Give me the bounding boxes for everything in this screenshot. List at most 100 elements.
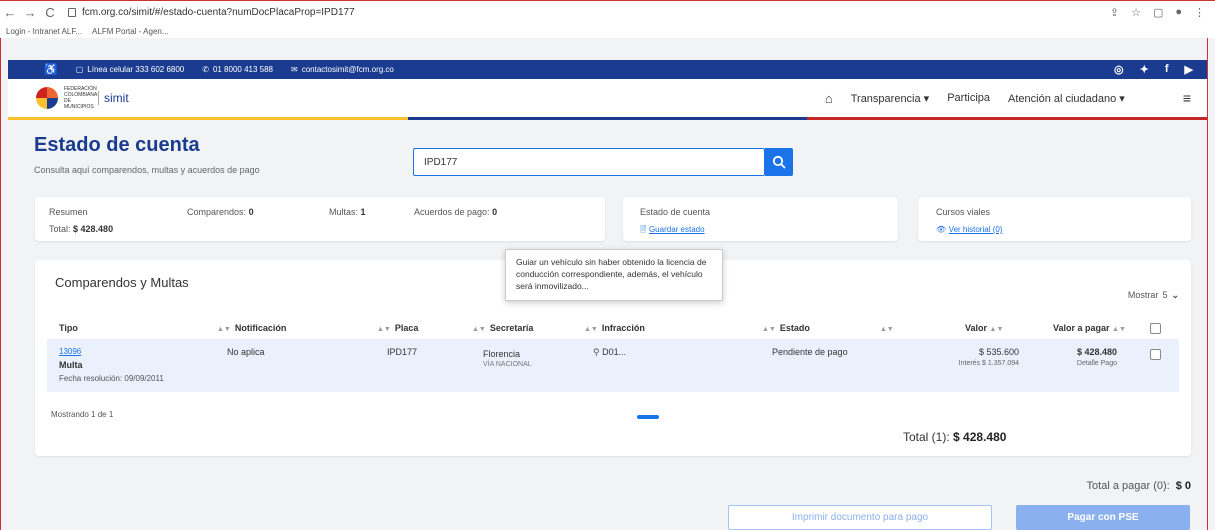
lock-icon: [68, 8, 76, 17]
hamburger-menu-icon[interactable]: ≡: [1183, 90, 1191, 106]
col-infraccion-label: Infracción: [601, 323, 645, 333]
sidebar-icon[interactable]: ▢: [1153, 6, 1163, 19]
col-secretaria-label: Secretaría: [489, 323, 534, 333]
total-summary: Total: $ 428.480: [49, 224, 113, 234]
total-pagar-label: Total a pagar (0):: [1086, 480, 1170, 492]
col-valor-pagar[interactable]: Valor a pagar ▲▼: [1053, 323, 1130, 333]
total-value: $ 428.480: [73, 224, 114, 234]
select-all-checkbox[interactable]: [1150, 322, 1161, 334]
detalle-pago-link[interactable]: Detalle Pago: [1047, 360, 1117, 367]
total-pagar-value: $ 0: [1175, 480, 1191, 492]
multas-value: 1: [360, 207, 366, 217]
nav-item-atencion[interactable]: Atención al ciudadano ▾: [1008, 92, 1125, 105]
twitter-icon[interactable]: ✦: [1140, 63, 1149, 76]
col-placa[interactable]: ▲▼ Placa: [377, 323, 418, 333]
col-valor[interactable]: Valor ▲▼: [965, 323, 1007, 333]
table-total: Total (1): $ 428.480: [903, 430, 1006, 444]
col-valor-label: Valor: [965, 323, 988, 333]
main-content: Estado de cuenta Consulta aquí comparend…: [8, 120, 1207, 530]
forward-arrow-icon[interactable]: →: [20, 5, 40, 20]
email-text[interactable]: contactosimit@fcm.org.co: [302, 65, 394, 74]
facebook-icon[interactable]: f: [1165, 63, 1169, 76]
pagination-current-page[interactable]: [637, 415, 659, 419]
share-icon[interactable]: ⇪: [1110, 6, 1119, 19]
total-a-pagar: Total a pagar (0): $ 0: [1087, 480, 1191, 492]
social-links: ◎ ✦ f ▶: [1114, 63, 1207, 76]
accessibility-icon[interactable]: ♿: [44, 63, 58, 76]
table-total-value: $ 428.480: [953, 430, 1007, 444]
table-total-label: Total (1):: [903, 430, 950, 444]
sort-icon: ▲▼: [762, 326, 776, 333]
browser-toolbar: ← → C fcm.org.co/simit/#/estado-cuenta?n…: [0, 0, 1215, 24]
url-text: fcm.org.co/simit/#/estado-cuenta?numDocP…: [82, 7, 355, 18]
window-border: [0, 0, 1, 530]
guardar-estado-link[interactable]: 🗎 Guardar estado: [640, 224, 705, 238]
col-estado-label: Estado: [779, 323, 810, 333]
home-icon[interactable]: ⌂: [825, 91, 833, 106]
back-arrow-icon[interactable]: ←: [0, 5, 20, 20]
reload-icon[interactable]: C: [40, 5, 60, 20]
col-estado[interactable]: ▲▼ Estado ▲▼: [762, 323, 898, 333]
valor-pagar-value: $ 428.480: [1076, 347, 1117, 357]
acuerdos-value: 0: [492, 207, 498, 217]
resumen-label: Resumen: [49, 207, 88, 217]
logo-brand: simit: [98, 91, 129, 105]
cursos-viales-card: Cursos viales 👁 Ver historial (0): [918, 197, 1191, 241]
secretaria-sub: VÍA NACIONAL: [483, 361, 532, 368]
table-title: Comparendos y Multas: [55, 275, 189, 290]
comparendos-value: 0: [248, 207, 254, 217]
table-header: Tipo ▲▼ Notificación ▲▼ Placa ▲▼ Secretaría…: [47, 317, 1179, 339]
page-size-select[interactable]: Mostrar 5 ⌄: [1128, 290, 1179, 301]
sort-icon: ▲▼: [1112, 326, 1126, 333]
row-checkbox[interactable]: [1150, 349, 1161, 360]
ver-historial-link[interactable]: 👁 Ver historial (0): [936, 224, 1002, 234]
search-button[interactable]: [765, 148, 793, 176]
nav-item-participa[interactable]: Participa: [947, 92, 990, 104]
bookmarks-bar: Login - Intranet ALF... ALFM Portal - Ag…: [0, 24, 1215, 38]
col-infraccion[interactable]: ▲▼ Infracción: [584, 323, 645, 333]
notificacion-value: No aplica: [227, 347, 265, 357]
youtube-icon[interactable]: ▶: [1185, 63, 1193, 76]
free-phone-item: ✆ 01 8000 413 588: [202, 65, 273, 74]
cell-phone-text: Línea celular 333 602 6800: [87, 65, 185, 74]
col-notificacion[interactable]: ▲▼ Notificación: [217, 323, 286, 333]
phone-icon: ▢: [75, 65, 84, 74]
sort-icon: ▲▼: [377, 326, 391, 333]
instagram-icon[interactable]: ◎: [1114, 63, 1124, 76]
fcm-logo-icon: [36, 87, 58, 109]
infraccion-code: D01...: [602, 347, 627, 357]
summary-card: Resumen Total: $ 428.480 Comparendos: 0 …: [35, 197, 605, 241]
search-input[interactable]: IPD177: [413, 148, 765, 176]
guardar-estado-text: Guardar estado: [648, 225, 705, 234]
interes-value: Interés $ 1.357.094: [958, 360, 1019, 367]
logo[interactable]: FEDERACIÓN COLOMBIANA DE MUNICIPIOS simi…: [36, 86, 129, 110]
pagar-pse-button[interactable]: Pagar con PSE: [1016, 505, 1190, 530]
eye-icon: 👁: [936, 225, 947, 234]
tipo-label: Multa: [59, 360, 83, 370]
tipo-link[interactable]: 13096: [59, 347, 81, 356]
mail-icon: ✉: [291, 65, 298, 74]
star-icon[interactable]: ☆: [1131, 6, 1141, 19]
nav-label: Transparencia: [850, 92, 921, 105]
search-icon: [772, 155, 786, 169]
cell-phone-item: ▢ Línea celular 333 602 6800: [76, 65, 185, 74]
estado-card-title: Estado de cuenta: [640, 207, 711, 217]
site-header: FEDERACIÓN COLOMBIANA DE MUNICIPIOS simi…: [8, 79, 1207, 117]
estado-cuenta-card: Estado de cuenta 🗎 Guardar estado: [623, 197, 898, 241]
telephone-icon: ✆: [202, 65, 209, 74]
mostrar-value: 5: [1162, 290, 1168, 300]
sort-icon: ▲▼: [989, 326, 1004, 333]
window-border: [1207, 38, 1208, 530]
bookmark-item[interactable]: ALFM Portal - Agen...: [92, 27, 168, 36]
bookmark-item[interactable]: Login - Intranet ALF...: [6, 27, 82, 36]
profile-icon[interactable]: ●: [1175, 6, 1182, 19]
nav-item-transparencia[interactable]: Transparencia ▾: [851, 92, 929, 105]
cursos-card-title: Cursos viales: [936, 207, 991, 217]
multas-count: Multas: 1: [329, 207, 366, 217]
col-secretaria[interactable]: ▲▼ Secretaría: [472, 323, 533, 333]
ver-historial-text: Ver historial (0): [948, 225, 1003, 234]
imprimir-button[interactable]: Imprimir documento para pago: [728, 505, 992, 530]
address-bar[interactable]: fcm.org.co/simit/#/estado-cuenta?numDocP…: [68, 3, 355, 23]
infraccion-value[interactable]: ⚲ D01...: [593, 347, 626, 358]
menu-dots-icon[interactable]: ⋮: [1194, 6, 1205, 19]
